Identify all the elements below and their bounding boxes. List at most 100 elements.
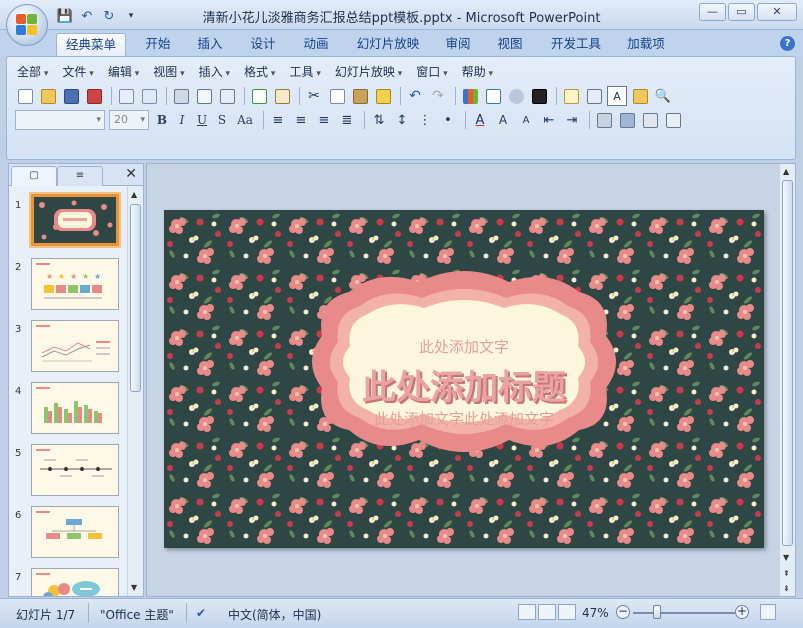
normal-view-button[interactable] — [518, 604, 536, 620]
preview-icon[interactable] — [194, 86, 214, 106]
slide-layout-icon[interactable] — [584, 86, 604, 106]
tab-developer[interactable]: 开发工具 — [544, 33, 608, 56]
slideshow-view-button[interactable] — [558, 604, 576, 620]
zoom-level[interactable]: 47% — [582, 606, 609, 620]
copy-icon[interactable] — [327, 86, 347, 106]
permission-icon[interactable] — [84, 86, 104, 106]
slide-thumbnail-5[interactable] — [31, 444, 119, 496]
bullets-icon[interactable]: • — [438, 110, 458, 130]
change-case-button[interactable]: Aa — [233, 111, 257, 130]
find-icon[interactable]: 🔍 — [653, 86, 673, 106]
menu-file[interactable]: 文件 — [62, 63, 93, 81]
zoom-in-icon[interactable]: + — [735, 605, 749, 619]
slide-subtitle-bottom[interactable]: 此处添加文字此处添加文字 — [164, 408, 764, 429]
table-icon[interactable] — [483, 86, 503, 106]
publish-icon[interactable] — [139, 86, 159, 106]
scrollbar-thumb[interactable] — [782, 180, 793, 546]
arrange-icon[interactable] — [617, 110, 637, 130]
menu-all[interactable]: 全部 — [17, 63, 48, 81]
save-file-icon[interactable] — [61, 86, 81, 106]
tab-slideshow[interactable]: 幻灯片放映 — [350, 33, 426, 56]
tab-design[interactable]: 设计 — [243, 33, 283, 56]
slide-thumbnail-3[interactable] — [31, 320, 119, 372]
fit-to-window-icon[interactable] — [760, 604, 776, 620]
slide-thumbnail-1[interactable] — [29, 192, 121, 248]
layout-icon[interactable] — [217, 86, 237, 106]
tab-slides[interactable]: ▢ — [11, 166, 57, 186]
new-document-icon[interactable] — [15, 86, 35, 106]
menu-tools[interactable]: 工具 — [289, 63, 320, 81]
color-scheme-icon[interactable] — [529, 86, 549, 106]
language-indicator[interactable]: 中文(简体，中国) — [228, 606, 321, 623]
justify-icon[interactable]: ≣ — [337, 110, 357, 130]
scroll-up-icon[interactable]: ▲ — [783, 167, 789, 176]
menu-window[interactable]: 窗口 — [416, 63, 447, 81]
spell-check-icon[interactable]: ✔ — [196, 606, 206, 620]
underline-button[interactable]: U — [193, 111, 211, 130]
folder-icon[interactable] — [630, 86, 650, 106]
print-preview-icon[interactable] — [116, 86, 136, 106]
close-button[interactable]: ✕ — [757, 3, 797, 21]
redo-toolbar-icon[interactable]: ↷ — [428, 86, 448, 106]
menu-help[interactable]: 帮助 — [462, 63, 493, 81]
picture-icon[interactable] — [506, 86, 526, 106]
slide-subtitle-top[interactable]: 此处添加文字 — [164, 336, 764, 357]
scroll-down-icon[interactable]: ▼ — [783, 553, 789, 562]
increase-indent-icon[interactable]: ⇥ — [562, 110, 582, 130]
panel-close-icon[interactable]: ✕ — [125, 166, 137, 182]
line-spacing-icon[interactable]: ↕ — [392, 110, 412, 130]
shapes-icon[interactable] — [594, 110, 614, 130]
format-painter-icon[interactable] — [373, 86, 393, 106]
paste-icon[interactable] — [350, 86, 370, 106]
zoom-out-icon[interactable]: − — [616, 605, 630, 619]
minimize-button[interactable]: — — [699, 3, 726, 21]
tab-addins[interactable]: 加载项 — [620, 33, 672, 56]
bold-button[interactable]: B — [153, 111, 171, 130]
scrollbar-thumb[interactable] — [130, 204, 141, 392]
tab-animation[interactable]: 动画 — [296, 33, 336, 56]
next-slide-icon[interactable]: ⇟ — [783, 584, 790, 593]
shrink-font-icon[interactable]: A — [516, 110, 536, 130]
numbering-icon[interactable]: ⋮ — [415, 110, 435, 130]
print-icon[interactable] — [171, 86, 191, 106]
shadow-button[interactable]: S — [213, 111, 231, 130]
current-slide[interactable]: 此处添加文字 此处添加标题 此处添加文字此处添加文字 — [164, 210, 764, 548]
tab-review[interactable]: 审阅 — [438, 33, 478, 56]
cut-icon[interactable]: ✂ — [304, 86, 324, 106]
italic-button[interactable]: I — [173, 111, 191, 130]
slide-title[interactable]: 此处添加标题 — [164, 360, 764, 409]
scroll-up-icon[interactable]: ▲ — [131, 190, 137, 199]
zoom-slider-knob[interactable] — [653, 605, 661, 619]
align-right-icon[interactable]: ≡ — [314, 110, 334, 130]
tab-outline[interactable]: ≡ — [57, 166, 103, 186]
menu-slideshow[interactable]: 幻灯片放映 — [335, 63, 402, 81]
zoom-slider-track[interactable] — [633, 612, 735, 614]
slide-thumbnail-4[interactable] — [31, 382, 119, 434]
decrease-indent-icon[interactable]: ⇤ — [539, 110, 559, 130]
menu-view[interactable]: 视图 — [153, 63, 184, 81]
open-folder-icon[interactable] — [38, 86, 58, 106]
slide-thumbnail-6[interactable] — [31, 506, 119, 558]
tab-home[interactable]: 开始 — [138, 33, 178, 56]
menu-format[interactable]: 格式 — [244, 63, 275, 81]
shape-fill-icon[interactable] — [663, 110, 683, 130]
menu-edit[interactable]: 编辑 — [108, 63, 139, 81]
font-size-combo[interactable]: 20 — [109, 110, 149, 130]
slide-thumbnail-2[interactable]: ★ ★ ★ ★ ★ — [31, 258, 119, 310]
align-center-icon[interactable]: ≡ — [291, 110, 311, 130]
help-icon[interactable]: ? — [780, 36, 795, 51]
font-color-icon[interactable]: A — [470, 110, 490, 130]
textbox-icon[interactable]: A — [607, 86, 627, 106]
slide-sorter-button[interactable] — [538, 604, 556, 620]
undo-toolbar-icon[interactable]: ↶ — [405, 86, 425, 106]
research-icon[interactable] — [272, 86, 292, 106]
slides-panel-scrollbar[interactable]: ▲ ▼ — [127, 186, 143, 596]
restore-button[interactable]: ▭ — [728, 3, 755, 21]
align-left-icon[interactable]: ≡ — [268, 110, 288, 130]
theme-name[interactable]: "Office 主题" — [100, 606, 174, 623]
tab-insert[interactable]: 插入 — [190, 33, 230, 56]
tab-classic-menu[interactable]: 经典菜单 — [56, 33, 126, 56]
text-direction-icon[interactable]: ⇅ — [369, 110, 389, 130]
new-slide-icon[interactable] — [561, 86, 581, 106]
chart-icon[interactable] — [460, 86, 480, 106]
